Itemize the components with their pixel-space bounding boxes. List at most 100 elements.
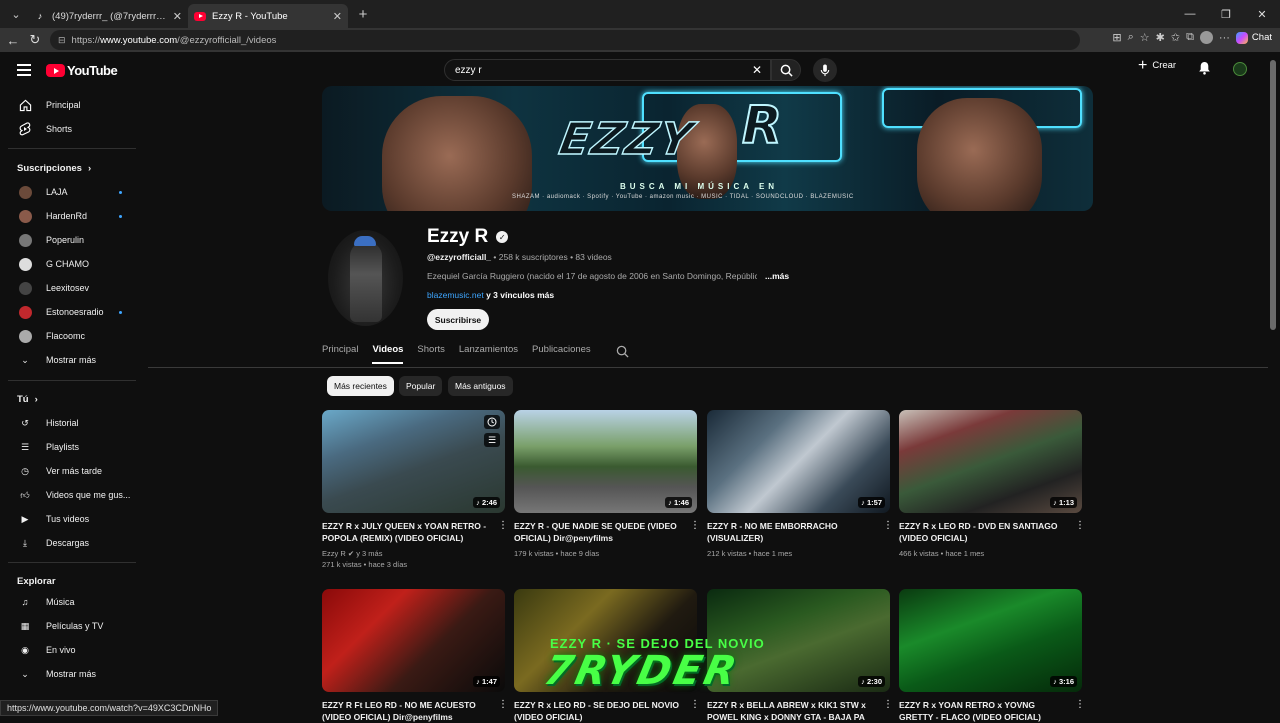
collections-icon[interactable]: ⧉ <box>1186 31 1194 44</box>
app-available-icon[interactable]: ⊞ <box>1112 31 1121 44</box>
channel-links[interactable]: blazemusic.net y 3 vínculos más <box>427 290 554 300</box>
channel-avatar[interactable] <box>328 230 403 326</box>
more-actions-icon[interactable]: ⋮ <box>690 521 700 531</box>
video-thumbnail[interactable]: ♪ 3:16 <box>899 589 1082 692</box>
search-button[interactable] <box>771 59 801 81</box>
profile-avatar[interactable] <box>1199 31 1213 44</box>
guide-menu-icon[interactable] <box>17 64 31 79</box>
video-title[interactable]: EZZY R - QUE NADIE SE QUEDE (VIDEO OFICI… <box>514 520 684 544</box>
sidebar-item-playlists[interactable]: ☰ Playlists <box>0 437 140 457</box>
more-actions-icon[interactable]: ⋮ <box>883 700 893 710</box>
sidebar-item-sub[interactable]: Flacoomc <box>0 326 140 346</box>
tab-principal[interactable]: Principal <box>322 344 358 364</box>
video-title[interactable]: EZZY R - NO ME EMBORRACHO (VISUALIZER) <box>707 520 877 544</box>
video-card[interactable]: ♪ 1:57 EZZY R - NO ME EMBORRACHO (VISUAL… <box>707 410 893 558</box>
account-avatar[interactable] <box>1233 62 1247 76</box>
sidebar-item-history[interactable]: ↺ Historial <box>0 413 140 433</box>
close-tab-icon[interactable]: ✕ <box>173 10 182 23</box>
channel-search-button[interactable] <box>616 345 629 363</box>
restore-icon[interactable]: ❐ <box>1208 8 1244 21</box>
sidebar-show-more-subs[interactable]: ⌄ Mostrar más <box>0 350 140 370</box>
video-thumbnail[interactable]: ♪ 1:13 <box>899 410 1082 513</box>
you-header[interactable]: Tú › <box>17 394 38 405</box>
browser-tab-youtube[interactable]: Ezzy R - YouTube ✕ <box>188 4 348 28</box>
favorite-star-icon[interactable]: ☆ <box>1140 31 1150 44</box>
create-button[interactable]: + Crear <box>1138 57 1176 73</box>
close-window-icon[interactable]: ✕ <box>1244 8 1280 21</box>
chip-oldest[interactable]: Más antiguos <box>448 376 513 396</box>
more-actions-icon[interactable]: ⋮ <box>1075 521 1085 531</box>
sidebar-item-sub[interactable]: Estonoesradio <box>0 302 140 322</box>
sidebar-item-shorts[interactable]: Shorts <box>0 119 140 139</box>
reload-icon[interactable]: ↻ <box>24 32 46 48</box>
favorites-icon[interactable]: ✩ <box>1171 31 1180 44</box>
sidebar-item-sub[interactable]: HardenRd <box>0 206 140 226</box>
url-field[interactable]: ⊟ https://www.youtube.com/@ezzyrofficial… <box>50 30 1080 50</box>
more-menu-icon[interactable]: ··· <box>1219 32 1230 44</box>
tab-videos[interactable]: Videos <box>372 344 404 364</box>
sidebar-item-downloads[interactable]: ⤓ Descargas <box>0 533 140 553</box>
more-actions-icon[interactable]: ⋮ <box>690 700 700 710</box>
youtube-logo[interactable]: YouTube <box>46 63 118 78</box>
video-title[interactable]: EZZY R Ft LEO RD - NO ME ACUESTO (VIDEO … <box>322 699 492 723</box>
clear-search-icon[interactable]: ✕ <box>752 63 762 77</box>
sidebar-item-sub[interactable]: Leexitosev <box>0 278 140 298</box>
more-actions-icon[interactable]: ⋮ <box>1075 700 1085 710</box>
sidebar-item-home[interactable]: Principal <box>0 95 140 115</box>
sidebar-item-watch-later[interactable]: ◷ Ver más tarde <box>0 461 140 481</box>
minimize-icon[interactable]: — <box>1172 8 1208 20</box>
zoom-icon[interactable]: ⌕ <box>1128 31 1134 44</box>
video-card[interactable]: ♪ 3:16 EZZY R x YOAN RETRO x YOVNG GRETT… <box>899 589 1085 722</box>
video-thumbnail[interactable]: ♪ 1:47 <box>322 589 505 692</box>
new-tab-button[interactable]: + <box>352 6 374 23</box>
video-title[interactable]: EZZY R x LEO RD - SE DEJO DEL NOVIO (VID… <box>514 699 684 723</box>
sidebar-item-sub[interactable]: LAJA <box>0 182 140 202</box>
search-input[interactable]: ezzy r ✕ <box>444 59 771 81</box>
subscribe-button[interactable]: Suscribirse <box>427 309 489 330</box>
channel-description[interactable]: Ezequiel García Ruggiero (nacido el 17 d… <box>427 271 757 281</box>
site-info-icon[interactable]: ⊟ <box>58 35 66 46</box>
sidebar-show-more-explore[interactable]: ⌄ Mostrar más <box>0 664 140 684</box>
add-to-queue-icon[interactable]: ☰ <box>484 433 500 447</box>
channel-link[interactable]: blazemusic.net <box>427 290 484 300</box>
video-card[interactable]: ♪ 1:47 EZZY R Ft LEO RD - NO ME ACUESTO … <box>322 589 508 722</box>
video-title[interactable]: EZZY R x BELLA ABREW x KIK1 STW x POWEL … <box>707 699 877 723</box>
sidebar-item-live[interactable]: ◉ En vivo <box>0 640 140 660</box>
chip-popular[interactable]: Popular <box>399 376 443 396</box>
voice-search-button[interactable] <box>813 58 837 82</box>
sidebar-item-movies[interactable]: ▦ Películas y TV <box>0 616 140 636</box>
sidebar-item-your-videos[interactable]: ▶ Tus videos <box>0 509 140 529</box>
extensions-icon[interactable]: ✱ <box>1156 31 1165 44</box>
copilot-chat-button[interactable]: Chat <box>1235 31 1272 44</box>
video-channel[interactable]: Ezzy R ✔ y 3 más <box>322 549 382 558</box>
sidebar-item-music[interactable]: ♫ Música <box>0 592 140 612</box>
video-title[interactable]: EZZY R x YOAN RETRO x YOVNG GRETTY - FLA… <box>899 699 1069 723</box>
video-thumbnail[interactable]: ♪ 1:46 <box>514 410 697 513</box>
browser-tab-tiktok[interactable]: ♪ (49)7ryderrr_ (@7ryderrr_) | TikTok ✕ <box>28 4 188 28</box>
more-actions-icon[interactable]: ⋮ <box>498 700 508 710</box>
video-thumbnail[interactable]: ☰ ♪ 2:46 <box>322 410 505 513</box>
video-card[interactable]: ☰ ♪ 2:46 EZZY R x JULY QUEEN x YOAN RETR… <box>322 410 508 569</box>
watch-later-icon[interactable] <box>484 415 500 429</box>
video-thumbnail[interactable]: ♪ 1:57 <box>707 410 890 513</box>
chip-newest[interactable]: Más recientes <box>327 376 394 396</box>
close-tab-icon[interactable]: ✕ <box>333 10 342 23</box>
video-card[interactable]: ♪ 1:13 EZZY R x LEO RD - DVD EN SANTIAGO… <box>899 410 1085 558</box>
page-scrollbar[interactable] <box>1270 60 1276 330</box>
subscriptions-header[interactable]: Suscripciones › <box>17 163 91 174</box>
tab-shorts[interactable]: Shorts <box>417 344 444 364</box>
tab-list-chevron-icon[interactable]: ⌄ <box>4 4 28 24</box>
video-card[interactable]: ♪ 1:46 EZZY R - QUE NADIE SE QUEDE (VIDE… <box>514 410 700 558</box>
description-more-link[interactable]: ...más <box>765 271 789 281</box>
more-actions-icon[interactable]: ⋮ <box>883 521 893 531</box>
tab-lanzamientos[interactable]: Lanzamientos <box>459 344 518 364</box>
sidebar-item-sub[interactable]: G CHAMO <box>0 254 140 274</box>
sidebar-item-sub[interactable]: Poperulin <box>0 230 140 250</box>
video-title[interactable]: EZZY R x JULY QUEEN x YOAN RETRO - POPOL… <box>322 520 492 544</box>
video-title[interactable]: EZZY R x LEO RD - DVD EN SANTIAGO (VIDEO… <box>899 520 1069 544</box>
sidebar-item-liked[interactable]: 👍︎ Videos que me gus... <box>0 485 140 505</box>
back-icon[interactable]: ← <box>2 33 24 48</box>
more-actions-icon[interactable]: ⋮ <box>498 521 508 531</box>
notifications-button[interactable] <box>1198 61 1211 80</box>
more-links[interactable]: y 3 vínculos más <box>484 290 554 300</box>
